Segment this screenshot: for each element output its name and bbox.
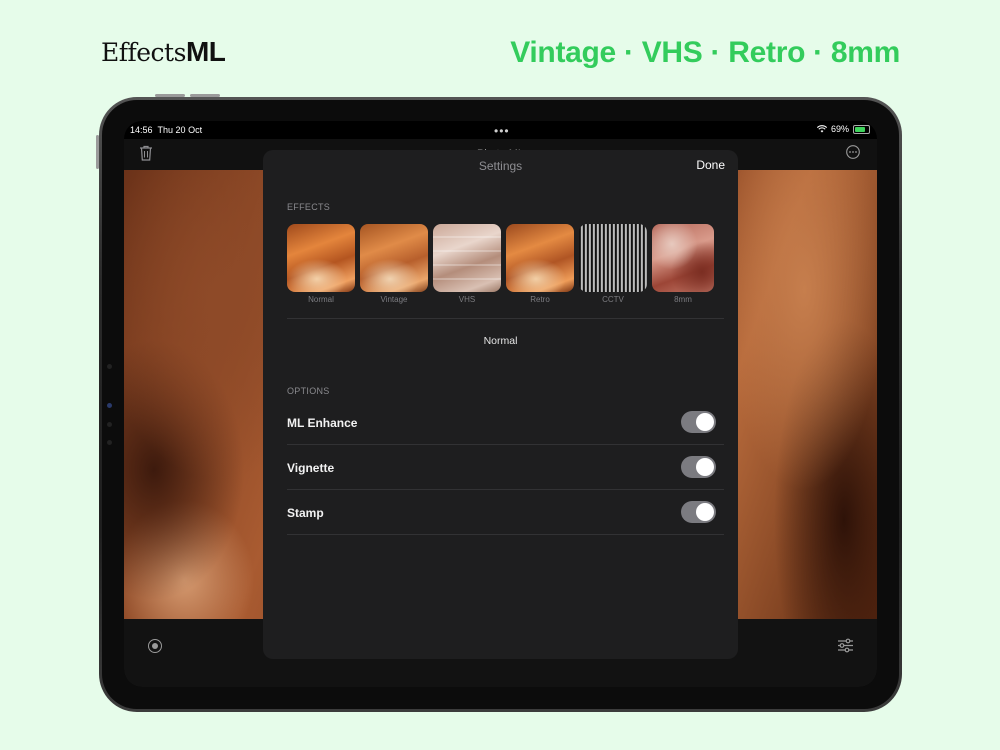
effects-section-header: EFFECTS: [287, 202, 331, 212]
effect-label: Normal: [308, 295, 334, 304]
tablet-screen: 14:56 Thu 20 Oct ••• 69% Photo ML Settin…: [124, 121, 877, 687]
effect-thumbnail: [287, 224, 355, 292]
divider: [287, 318, 724, 319]
effect-label: Retro: [530, 295, 550, 304]
effects-picker: Normal Vintage VHS Retro CCTV 8mm: [287, 224, 717, 308]
option-label: Stamp: [287, 506, 324, 520]
effect-thumbnail: [506, 224, 574, 292]
brand-name-suffix: ML: [185, 36, 226, 67]
settings-title: Settings: [478, 159, 523, 173]
tagline: Vintage · VHS · Retro · 8mm: [510, 36, 900, 69]
effect-thumbnail: [579, 224, 647, 292]
brand-name-prefix: Effects: [101, 38, 186, 67]
option-row-stamp: Stamp: [287, 491, 724, 535]
app-logo: EffectsML: [101, 36, 226, 68]
settings-sheet: Settings Done EFFECTS Normal Vintage VHS…: [263, 150, 738, 659]
toggle-knob: [696, 458, 714, 476]
effect-vintage[interactable]: Vintage: [360, 224, 428, 304]
sensor-dot: [107, 364, 112, 369]
effect-label: Vintage: [380, 295, 408, 304]
adjustments-sliders-icon[interactable]: [837, 637, 854, 654]
options-section-header: OPTIONS: [287, 386, 330, 396]
status-time-date: 14:56 Thu 20 Oct: [130, 125, 202, 135]
wifi-icon: [816, 125, 827, 133]
toggle-knob: [696, 413, 714, 431]
option-label: Vignette: [287, 461, 335, 475]
battery-percent: 69%: [830, 124, 849, 134]
effect-normal[interactable]: Normal: [287, 224, 355, 304]
toggle-knob: [696, 503, 714, 521]
effect-label: 8mm: [674, 295, 692, 304]
trash-icon[interactable]: [139, 145, 153, 161]
camera-dot: [107, 403, 112, 408]
capture-icon[interactable]: [148, 639, 162, 653]
status-time: 14:56: [130, 125, 153, 135]
multitasking-dots-icon[interactable]: •••: [494, 124, 510, 138]
sensor-dot: [107, 422, 112, 427]
option-label: ML Enhance: [287, 416, 358, 430]
option-row-ml-enhance: ML Enhance: [287, 401, 724, 445]
ml-enhance-toggle[interactable]: [681, 411, 716, 433]
effect-cctv[interactable]: CCTV: [579, 224, 647, 304]
effect-label: VHS: [458, 295, 476, 304]
battery-icon: [853, 124, 870, 134]
status-date: Thu 20 Oct: [157, 125, 203, 135]
effect-label: CCTV: [602, 295, 624, 304]
effect-thumbnail: [433, 224, 501, 292]
selected-effect-label: Normal: [483, 335, 518, 347]
vignette-toggle[interactable]: [681, 456, 716, 478]
stamp-toggle[interactable]: [681, 501, 716, 523]
status-indicators: 69%: [816, 124, 870, 134]
effect-8mm[interactable]: 8mm: [652, 224, 714, 304]
effect-thumbnail: [652, 224, 714, 292]
effect-thumbnail: [360, 224, 428, 292]
sensor-dot: [107, 440, 112, 445]
done-button[interactable]: Done: [696, 158, 725, 172]
effect-retro[interactable]: Retro: [506, 224, 574, 304]
status-bar: 14:56 Thu 20 Oct ••• 69%: [124, 121, 877, 141]
option-row-vignette: Vignette: [287, 446, 724, 490]
more-options-icon[interactable]: [846, 145, 860, 159]
effect-vhs[interactable]: VHS: [433, 224, 501, 304]
